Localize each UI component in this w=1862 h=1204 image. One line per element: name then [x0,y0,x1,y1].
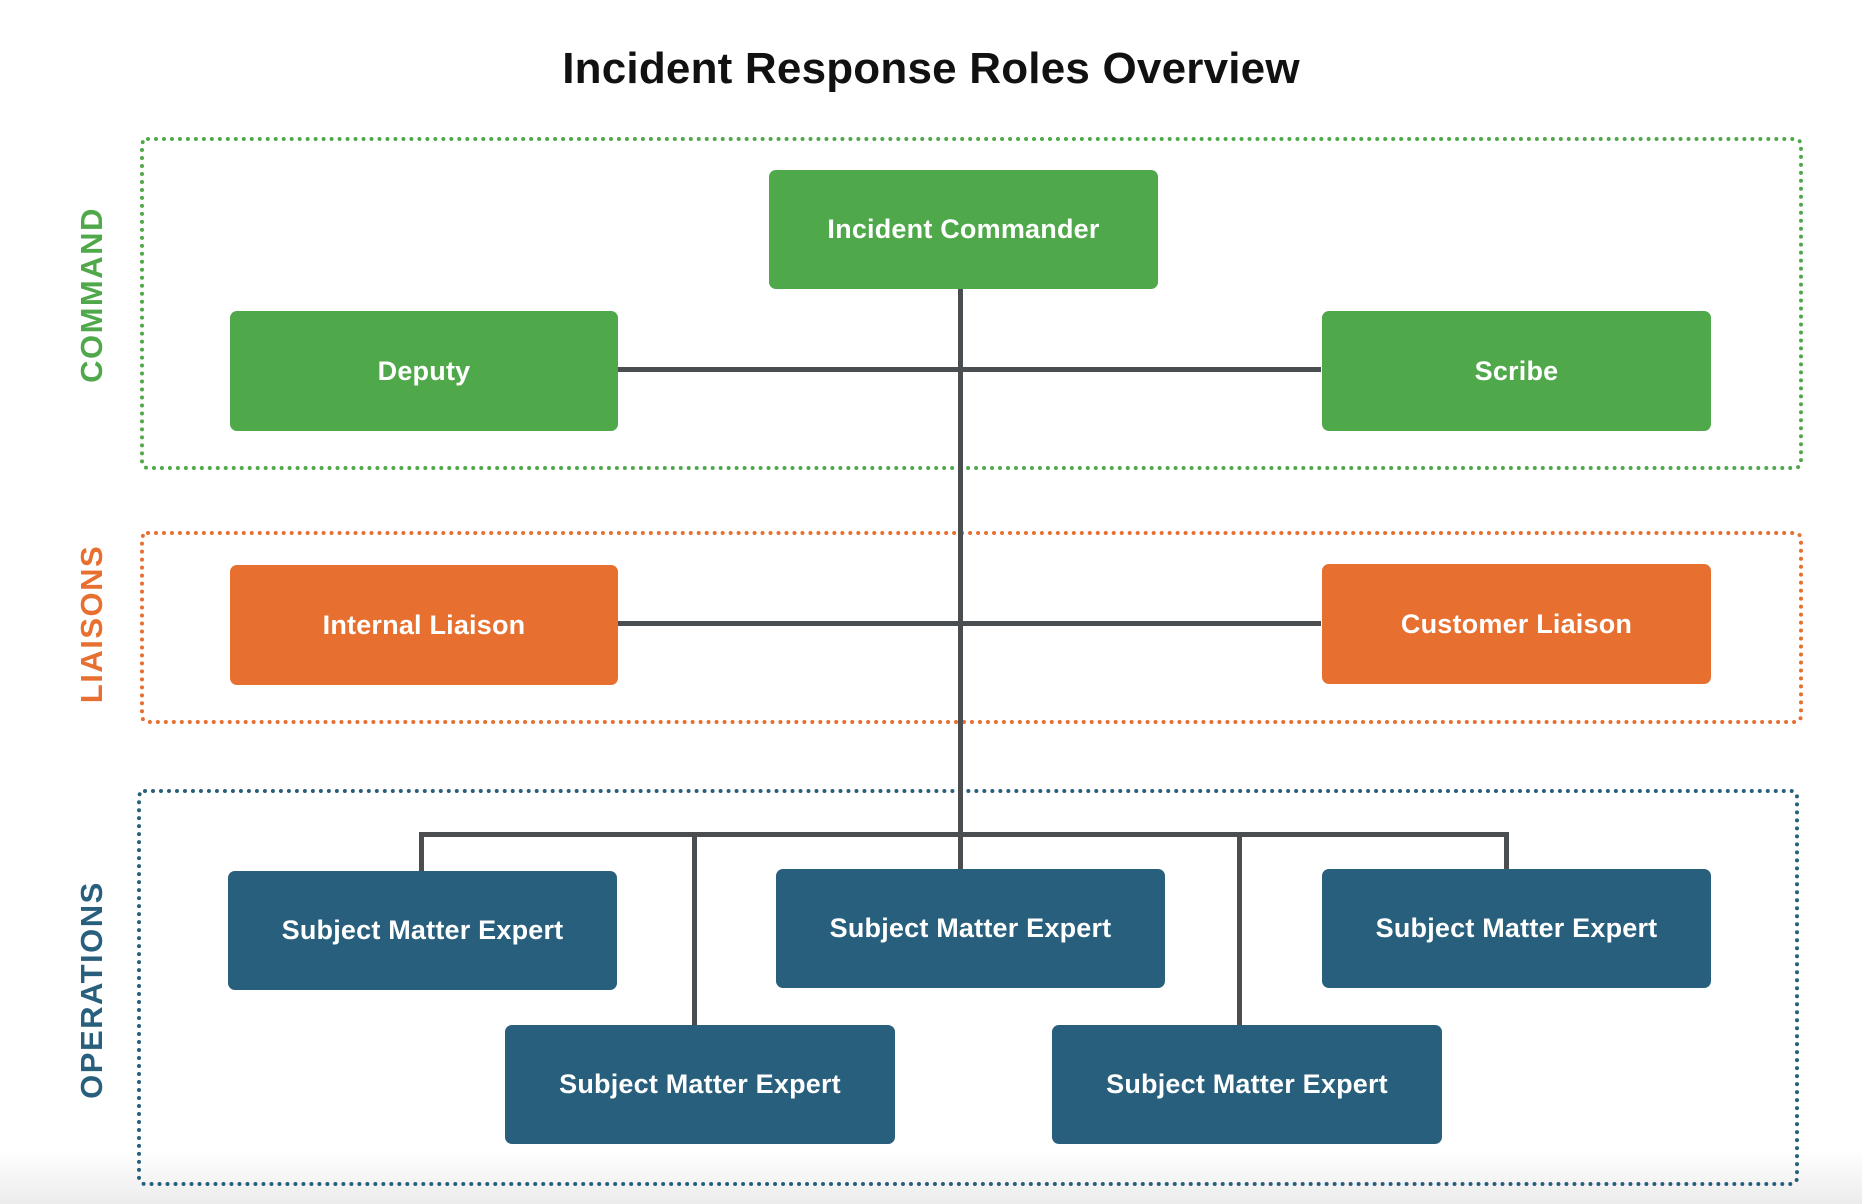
operations-drop-5 [1504,832,1509,872]
operations-section-label: OPERATIONS [74,881,109,1099]
subject-matter-expert-node[interactable]: Subject Matter Expert [1322,869,1711,988]
diagram-title: Incident Response Roles Overview [562,44,1300,93]
command-horizontal-connector [616,367,1321,372]
operations-drop-3 [958,832,963,872]
scribe-node[interactable]: Scribe [1322,311,1711,431]
command-section-label: COMMAND [74,207,109,383]
operations-drop-2 [692,832,697,1027]
subject-matter-expert-node[interactable]: Subject Matter Expert [776,869,1165,988]
liaisons-horizontal-connector [616,621,1321,626]
deputy-node[interactable]: Deputy [230,311,618,431]
internal-liaison-node[interactable]: Internal Liaison [230,565,618,685]
subject-matter-expert-node[interactable]: Subject Matter Expert [228,871,617,990]
subject-matter-expert-node[interactable]: Subject Matter Expert [1052,1025,1442,1144]
customer-liaison-node[interactable]: Customer Liaison [1322,564,1711,684]
operations-bus-connector [419,832,1509,837]
operations-drop-4 [1237,832,1242,1027]
incident-commander-node[interactable]: Incident Commander [769,170,1158,289]
subject-matter-expert-node[interactable]: Subject Matter Expert [505,1025,895,1144]
operations-drop-1 [419,832,424,872]
liaisons-section-label: LIAISONS [74,544,109,704]
